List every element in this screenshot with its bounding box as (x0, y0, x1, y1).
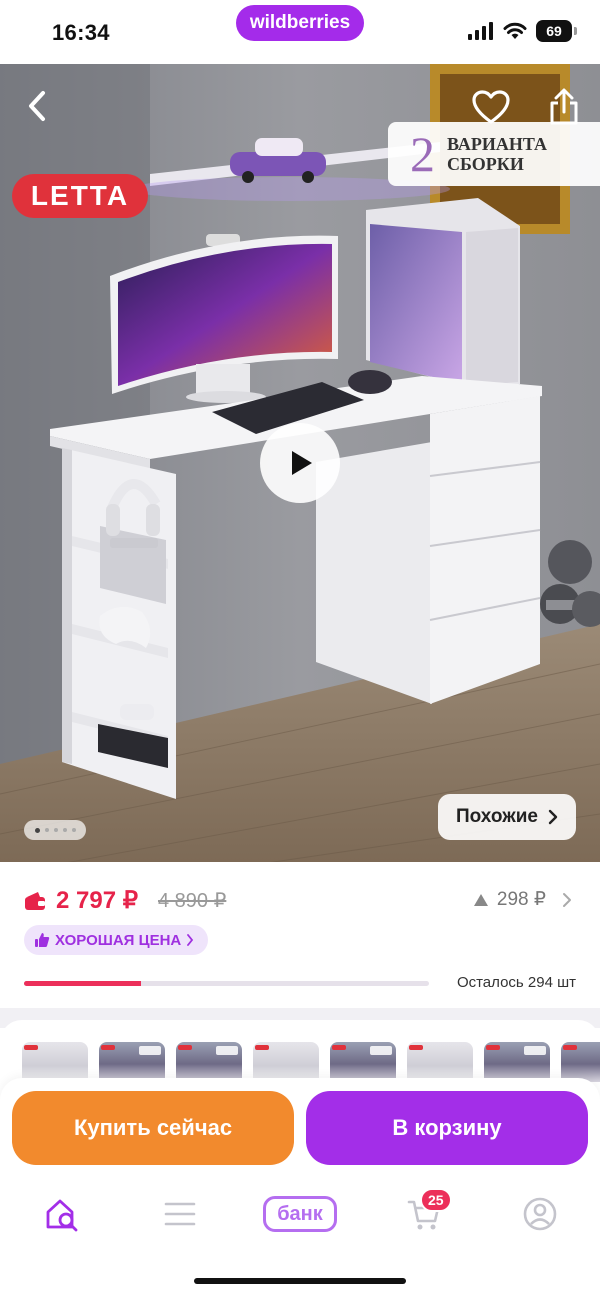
wildberries-pill[interactable]: wildberries (236, 5, 364, 41)
thumbnail-brand-tag (178, 1045, 192, 1050)
pagination-dot-active (34, 827, 40, 833)
pagination-dot (53, 828, 58, 832)
status-bar: 16:34 wildberries 69 (0, 0, 600, 64)
share-icon (550, 88, 578, 125)
pagination-dot (62, 828, 67, 832)
battery-icon: 69 (536, 20, 577, 42)
pagination-dot (71, 828, 76, 832)
thumbnail-brand-tag (24, 1045, 38, 1050)
status-time: 16:34 (52, 20, 110, 45)
play-video-button[interactable] (260, 423, 340, 503)
thumbnail-banner (370, 1046, 392, 1055)
similar-label: Похожие (456, 806, 538, 827)
buy-now-button[interactable]: Купить сейчас (12, 1091, 294, 1165)
assembly-variants-banner: 2 ВАРИАНТА СБОРКИ (388, 122, 600, 186)
thumbnail-brand-tag (409, 1045, 423, 1050)
brand-badge[interactable]: LETTA (12, 174, 148, 218)
gallery-thumbnail[interactable] (561, 1042, 600, 1082)
profile-icon (523, 1197, 557, 1231)
gallery-thumbnail[interactable] (330, 1042, 396, 1082)
thumbnail-brand-tag (101, 1045, 115, 1050)
gallery-thumbnail[interactable] (407, 1042, 473, 1082)
price-row: 2 797 ₽ 4 890 ₽ (24, 886, 226, 915)
chevron-right-icon (187, 934, 194, 946)
similar-products-button[interactable]: Похожие (438, 794, 576, 840)
stock-progress-bar (24, 981, 429, 986)
home-search-icon (46, 1199, 78, 1232)
chevron-right-icon (563, 892, 571, 907)
gallery-thumbnail[interactable] (99, 1042, 165, 1082)
stock-remaining: Осталось 294 шт (456, 974, 576, 991)
share-button[interactable] (548, 88, 580, 126)
thumbnail-brand-tag (486, 1045, 500, 1050)
heart-icon (472, 90, 510, 124)
cart-count-badge: 25 (420, 1188, 452, 1212)
tab-profile[interactable] (514, 1186, 566, 1242)
product-gallery[interactable]: 2 ВАРИАНТА СБОРКИ LETTA Похожие (0, 64, 600, 864)
thumbnail-brand-tag (332, 1045, 346, 1050)
price-card: 2 797 ₽ 4 890 ₽ 298 ₽ ХОРОШАЯ ЦЕНА Остал… (0, 862, 600, 1008)
gallery-pagination (24, 820, 86, 840)
variants-text: ВАРИАНТА СБОРКИ (447, 134, 547, 174)
thumbs-up-icon (35, 933, 50, 947)
thumbnail-banner (139, 1046, 161, 1055)
price-trend-value: 298 ₽ (496, 889, 546, 910)
tab-bar: банк 25 (0, 1186, 600, 1246)
thumbnail-banner (216, 1046, 238, 1055)
good-price-label: ХОРОШАЯ ЦЕНА (55, 931, 182, 949)
gallery-thumbnail[interactable] (22, 1042, 88, 1082)
signal-icon (468, 22, 493, 40)
tab-catalog[interactable] (154, 1186, 206, 1242)
chevron-right-icon (548, 809, 558, 825)
chevron-left-icon (29, 91, 45, 121)
gallery-thumbnail[interactable] (484, 1042, 550, 1082)
tab-bank[interactable]: банк (262, 1186, 338, 1242)
gallery-thumbnail[interactable] (253, 1042, 319, 1082)
wifi-icon (503, 22, 527, 39)
system-icons: 69 (468, 20, 577, 42)
variants-number: 2 (410, 126, 435, 182)
favorite-button[interactable] (472, 90, 510, 126)
thumbnail-list (22, 1042, 600, 1082)
bottom-panel: Купить сейчас В корзину банк 25 (0, 1078, 600, 1298)
thumbnail-brand-tag (563, 1045, 577, 1050)
old-price: 4 890 ₽ (158, 890, 227, 912)
stock-progress-fill (24, 981, 142, 986)
current-price: 2 797 ₽ (56, 887, 138, 914)
back-button[interactable] (20, 86, 54, 126)
triangle-up-icon (473, 893, 488, 906)
price-trend[interactable]: 298 ₽ (473, 888, 572, 911)
tab-home[interactable] (36, 1186, 88, 1242)
good-price-badge[interactable]: ХОРОШАЯ ЦЕНА (24, 925, 209, 955)
wallet-icon (25, 891, 45, 910)
add-to-cart-button[interactable]: В корзину (306, 1091, 588, 1165)
gallery-thumbnail[interactable] (176, 1042, 242, 1082)
home-indicator (194, 1278, 406, 1284)
product-page: 16:34 wildberries 69 2 ВАРИАНТА СБОРКИ L… (0, 0, 600, 1298)
play-icon (292, 451, 312, 475)
thumbnail-brand-tag (255, 1045, 269, 1050)
catalog-icon (164, 1202, 196, 1226)
tab-cart[interactable]: 25 (396, 1186, 452, 1242)
bank-label: банк (263, 1196, 337, 1232)
thumbnail-banner (524, 1046, 546, 1055)
pagination-dot (44, 828, 49, 832)
